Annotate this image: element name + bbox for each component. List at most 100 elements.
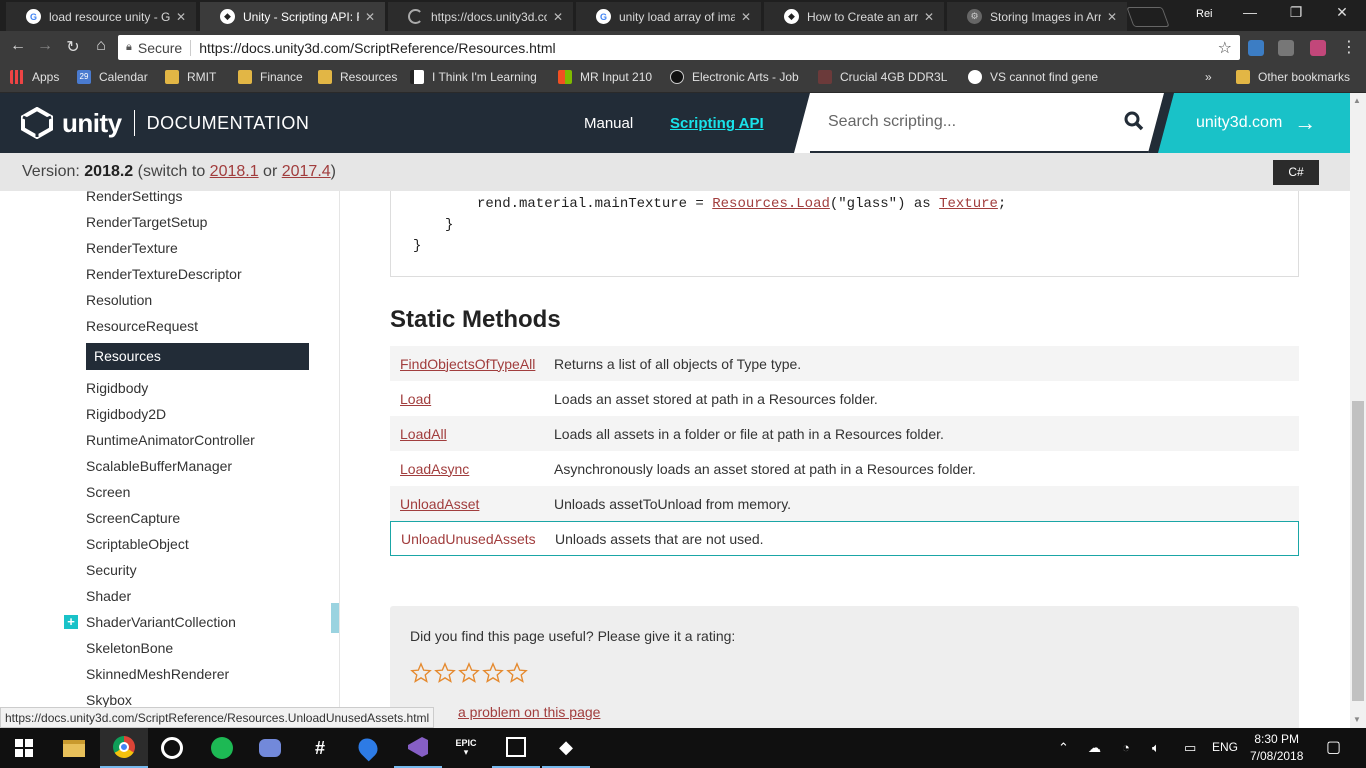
star-icon[interactable] (506, 662, 528, 684)
close-tab-icon[interactable]: ✕ (924, 10, 934, 24)
back-icon[interactable]: ← (7, 37, 29, 55)
bookmark-finance[interactable]: Finance (238, 70, 303, 84)
bookmark-apps[interactable]: Apps (10, 70, 59, 84)
address-bar[interactable]: 🔒︎ Secure https://docs.unity3d.com/Scrip… (118, 35, 1240, 60)
page-scrollbar[interactable]: ▲ ▼ (1350, 93, 1366, 728)
bookmark-mr-input[interactable]: MR Input 210 (558, 70, 652, 84)
browser-tab-5[interactable]: ◆ How to Create an array ✕ (764, 2, 944, 31)
close-tab-icon[interactable]: ✕ (365, 10, 375, 24)
taskbar-unity[interactable]: ◆ (542, 728, 590, 768)
version-link-2017-4[interactable]: 2017.4 (282, 163, 331, 180)
version-link-2018-1[interactable]: 2018.1 (210, 163, 259, 180)
sidebar-item-shader[interactable]: Shader (86, 588, 131, 604)
taskbar-visual-studio[interactable] (394, 728, 442, 768)
sidebar-item-resourcerequest[interactable]: ResourceRequest (86, 318, 198, 334)
taskbar-maps[interactable] (344, 728, 392, 768)
sidebar-item-scriptableobject[interactable]: ScriptableObject (86, 536, 189, 552)
wifi-icon[interactable]: ◔ (1122, 740, 1130, 755)
sidebar-item-skeletonbone[interactable]: SkeletonBone (86, 640, 173, 656)
nav-scripting-api[interactable]: Scripting API (670, 115, 764, 132)
menu-icon[interactable]: ⋮ (1338, 37, 1360, 57)
star-icon[interactable] (458, 662, 480, 684)
sidebar-item-resolution[interactable]: Resolution (86, 292, 152, 308)
method-link[interactable]: UnloadAsset (390, 496, 554, 512)
system-clock[interactable]: 8:30 PM 7/08/2018 (1250, 731, 1303, 765)
close-tab-icon[interactable]: ✕ (176, 10, 186, 24)
method-link[interactable]: UnloadUnusedAssets (391, 531, 555, 547)
scroll-down-icon[interactable]: ▼ (1353, 715, 1361, 724)
sidebar-item-rendertexture[interactable]: RenderTexture (86, 240, 178, 256)
sidebar-scrollbar[interactable] (331, 603, 339, 633)
bookmark-learning[interactable]: I Think I'm Learning (410, 70, 537, 84)
expand-plus-icon[interactable]: + (64, 615, 78, 629)
extension-icon[interactable] (1310, 40, 1326, 56)
forward-icon[interactable]: → (34, 37, 56, 55)
scrollbar-thumb[interactable] (1352, 401, 1364, 701)
search-icon[interactable] (1124, 111, 1144, 131)
battery-icon[interactable]: ▭ (1184, 740, 1196, 756)
taskbar-chrome[interactable] (100, 728, 148, 768)
close-window-icon[interactable]: ✕ (1322, 4, 1362, 21)
search-box[interactable]: Search scripting... (794, 93, 1164, 153)
taskbar-discord[interactable] (246, 728, 294, 768)
unity3d-site-link[interactable]: unity3d.com → (1158, 93, 1366, 153)
profile-name[interactable]: Rei (1196, 8, 1213, 20)
method-link[interactable]: Load (390, 391, 554, 407)
bookmark-star-icon[interactable]: ☆ (1218, 38, 1232, 58)
taskbar-slack[interactable]: # (296, 728, 344, 768)
input-language[interactable]: ENG (1212, 740, 1238, 754)
sidebar-item-rendertexturedescriptor[interactable]: RenderTextureDescriptor (86, 266, 242, 282)
star-icon[interactable] (434, 662, 456, 684)
sidebar-item-skinnedmeshrenderer[interactable]: SkinnedMeshRenderer (86, 666, 229, 682)
browser-tab-3[interactable]: https://docs.unity3d.com ✕ (388, 2, 573, 31)
other-bookmarks[interactable]: Other bookmarks (1236, 70, 1350, 84)
onedrive-icon[interactable]: ☁ (1088, 740, 1101, 756)
browser-tab-2[interactable]: ◆ Unity - Scripting API: Re ✕ (200, 2, 385, 31)
method-link[interactable]: LoadAll (390, 426, 554, 442)
url-text[interactable]: https://docs.unity3d.com/ScriptReference… (199, 40, 555, 56)
close-tab-icon[interactable]: ✕ (553, 10, 563, 24)
sidebar-item-rendersettings[interactable]: RenderSettings (86, 191, 183, 204)
taskbar-file-explorer[interactable] (50, 728, 98, 768)
action-center-icon[interactable]: ▢ (1326, 737, 1341, 757)
bookmark-vs[interactable]: VS cannot find gene (968, 70, 1098, 84)
sidebar-item-rigidbody[interactable]: Rigidbody (86, 380, 148, 396)
sidebar-item-screen[interactable]: Screen (86, 484, 130, 500)
taskbar-epic-games[interactable]: EPIC ▾ (442, 728, 490, 768)
star-icon[interactable] (410, 662, 432, 684)
report-problem-link[interactable]: a problem on this page (458, 704, 600, 720)
scroll-up-icon[interactable]: ▲ (1353, 96, 1361, 105)
bookmark-calendar[interactable]: 29 Calendar (77, 70, 148, 84)
sidebar-item-skybox[interactable]: Skybox (86, 692, 132, 708)
code-link-texture[interactable]: Texture (939, 196, 998, 212)
tray-chevron-icon[interactable]: ⌃ (1058, 740, 1069, 756)
close-tab-icon[interactable]: ✕ (1107, 10, 1117, 24)
extension-icon[interactable] (1248, 40, 1264, 56)
bookmark-rmit[interactable]: RMIT (165, 70, 216, 84)
close-tab-icon[interactable]: ✕ (741, 10, 751, 24)
bookmark-ea[interactable]: Electronic Arts - Job (670, 70, 799, 84)
sidebar-item-shadervariantcollection[interactable]: ShaderVariantCollection (86, 614, 236, 630)
browser-tab-6[interactable]: ⚙ Storing Images in Array ✕ (947, 2, 1127, 31)
reload-icon[interactable]: ↻ (62, 37, 84, 57)
method-link[interactable]: LoadAsync (390, 461, 554, 477)
start-button[interactable] (0, 728, 48, 768)
star-rating[interactable] (410, 662, 528, 684)
sidebar-item-rendertargetsetup[interactable]: RenderTargetSetup (86, 214, 207, 230)
browser-tab-1[interactable]: G load resource unity - Go ✕ (6, 2, 196, 31)
taskbar-unity-hub[interactable] (492, 728, 540, 768)
sidebar-item-runtimeanimatorcontroller[interactable]: RuntimeAnimatorController (86, 432, 255, 448)
language-selector[interactable]: C# (1273, 160, 1319, 185)
maximize-icon[interactable]: ❐ (1276, 4, 1316, 21)
code-link-resources-load[interactable]: Resources.Load (712, 196, 830, 212)
browser-tab-4[interactable]: G unity load array of imag ✕ (576, 2, 761, 31)
sidebar-item-scalablebuffermanager[interactable]: ScalableBufferManager (86, 458, 232, 474)
method-link[interactable]: FindObjectsOfTypeAll (390, 356, 554, 372)
search-input[interactable]: Search scripting... (828, 113, 956, 131)
sidebar-item-resources[interactable]: Resources (86, 343, 309, 370)
unity-logo[interactable]: unity DOCUMENTATION (20, 107, 309, 139)
minimize-icon[interactable]: — (1230, 4, 1270, 20)
nav-manual[interactable]: Manual (584, 115, 633, 132)
bookmark-resources[interactable]: Resources (318, 70, 397, 84)
home-icon[interactable]: ⌂ (90, 37, 112, 55)
